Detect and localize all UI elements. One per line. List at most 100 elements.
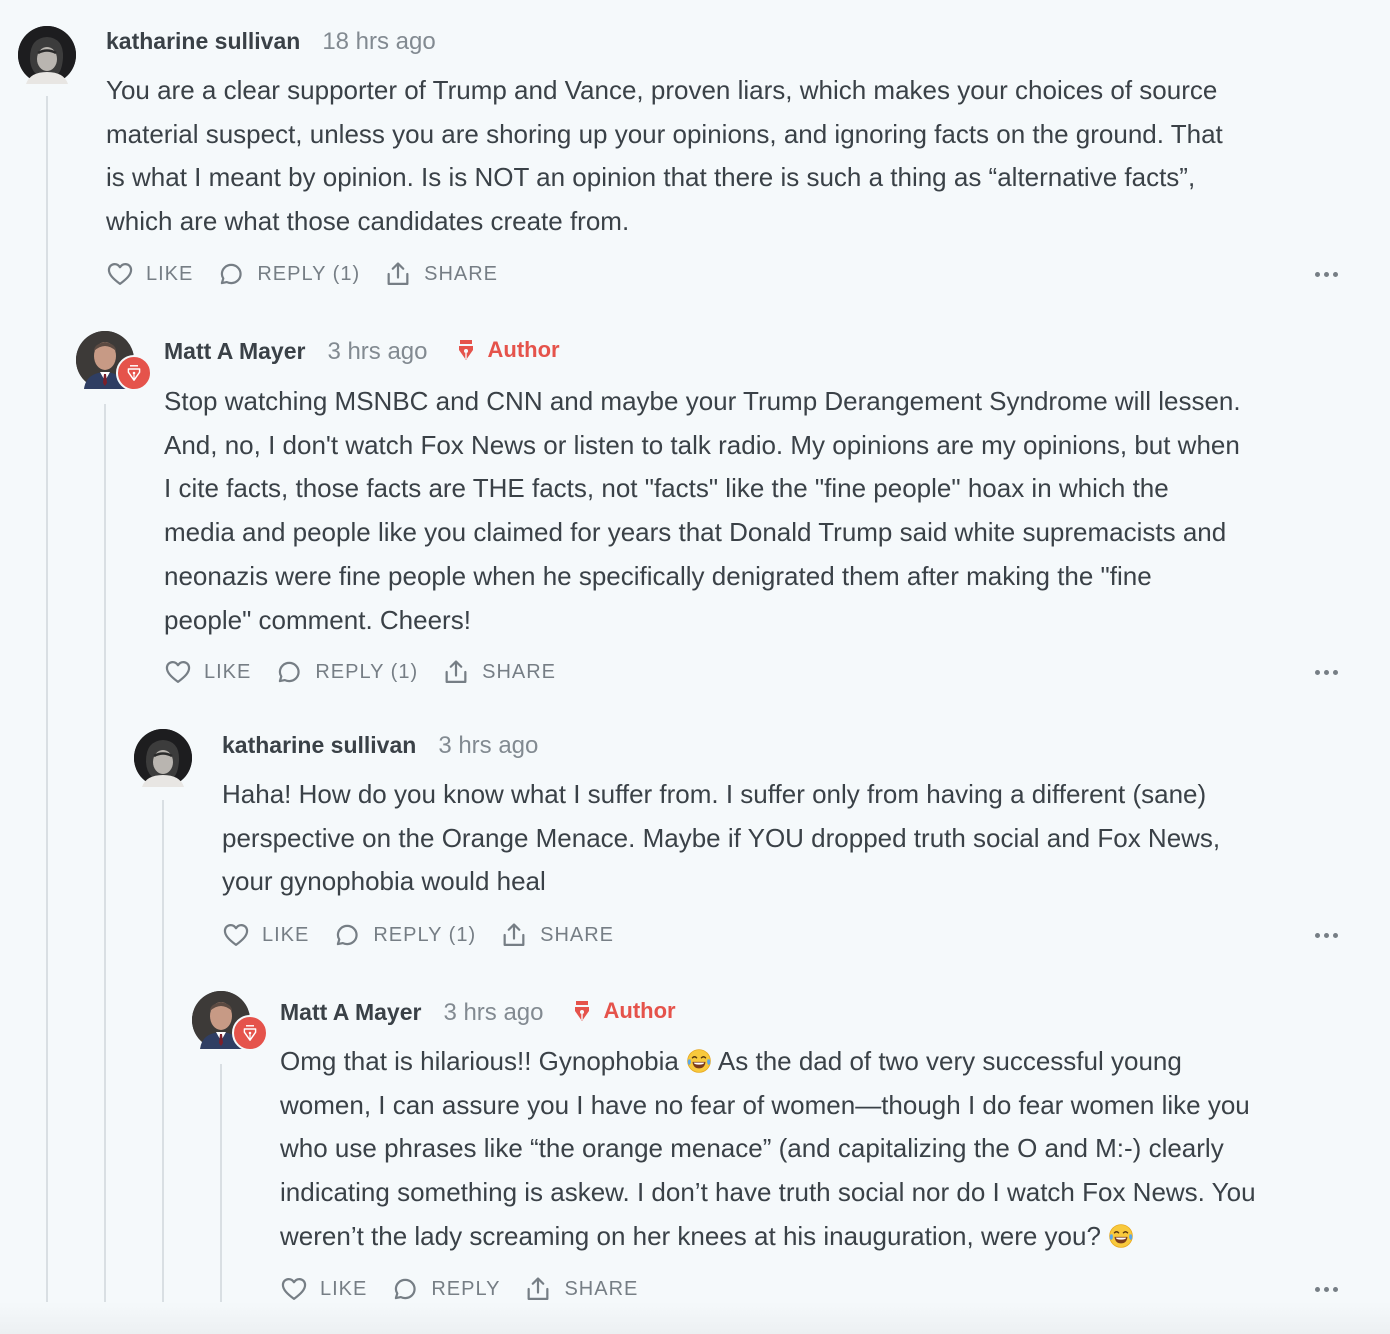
like-label: LIKE [320,1277,368,1300]
comment-timestamp[interactable]: 3 hrs ago [327,338,427,366]
pen-nib-icon [572,999,592,1023]
comment-body: Haha! How do you know what I suffer from… [222,773,1220,904]
like-button[interactable]: LIKE [164,658,251,686]
reply-button[interactable]: REPLY (1) [333,921,476,949]
speech-bubble-icon [391,1275,419,1303]
author-label: Author [603,998,676,1023]
like-button[interactable]: LIKE [222,921,309,949]
share-icon [500,921,528,949]
like-button[interactable]: LIKE [280,1275,367,1303]
ellipsis-icon [1324,933,1329,938]
like-label: LIKE [146,262,194,285]
comment-line: indicating something is askew. I don’t h… [280,1177,1256,1208]
share-icon [384,260,412,288]
comment-line: your gynophobia would heal [222,866,546,897]
commenter-name[interactable]: Matt A Mayer [164,338,305,365]
ellipsis-icon [1324,272,1329,277]
comment-line: Stop watching MSNBC and CNN and maybe yo… [164,386,1241,416]
avatar[interactable] [134,729,192,787]
share-icon [524,1275,552,1303]
avatar[interactable] [192,991,268,1051]
comment-body: Stop watching MSNBC and CNN and maybe yo… [164,380,1241,642]
reply-label: REPLY (1) [315,660,419,683]
comment-line: media and people like you claimed for ye… [164,517,1227,548]
reply-button[interactable]: REPLY [391,1275,500,1303]
comment-timestamp[interactable]: 3 hrs ago [443,999,543,1027]
more-options-button[interactable] [1315,272,1338,277]
thread-line-level-3 [162,800,164,1304]
reply-label: REPLY (1) [373,923,477,946]
author-label: Author [487,337,560,362]
ellipsis-icon [1333,670,1338,675]
reply-button[interactable]: REPLY (1) [217,260,360,288]
comment-line: is what I meant by opinion. Is is NOT an… [106,162,1196,193]
comment-timestamp[interactable]: 3 hrs ago [438,732,538,760]
speech-bubble-icon [333,921,361,949]
heart-icon [222,921,250,949]
laughing-emoji-icon [1108,1223,1134,1249]
comment-line: Omg that is hilarious!! Gynophobia [280,1046,679,1076]
comment-line: women, I can assure you I have no fear o… [280,1089,1250,1120]
share-button[interactable]: SHARE [384,260,498,288]
comment-header: Matt A Mayer 3 hrs ago Author [280,995,676,1027]
author-badge [116,355,152,391]
share-button[interactable]: SHARE [442,658,556,686]
comment-timestamp[interactable]: 18 hrs ago [322,28,435,56]
comment-line: And, no, I don't watch Fox News or liste… [164,429,1240,460]
comment-line: I cite facts, those facts are THE facts,… [164,473,1169,504]
bottom-scroll-fade [0,1302,1390,1334]
speech-bubble-icon [275,658,303,686]
comment-body: You are a clear supporter of Trump and V… [106,69,1223,244]
ellipsis-icon [1315,933,1320,938]
commenter-name[interactable]: katharine sullivan [106,28,300,55]
comment-line: perspective on the Orange Menace. Maybe … [222,822,1221,853]
share-label: SHARE [540,923,615,946]
more-options-button[interactable] [1315,933,1338,938]
comment-body: Omg that is hilarious!! Gynophobia As th… [280,1040,1256,1259]
share-label: SHARE [424,262,499,285]
share-button[interactable]: SHARE [500,921,614,949]
share-button[interactable]: SHARE [524,1275,638,1303]
heart-icon [106,260,134,288]
comment-actions: LIKE REPLY (1) SHARE [164,658,580,686]
comment-line: which are what those candidates create f… [106,206,630,237]
more-options-button[interactable] [1315,1287,1338,1292]
ellipsis-icon [1315,272,1320,277]
share-label: SHARE [564,1277,639,1300]
commenter-name[interactable]: katharine sullivan [222,732,416,759]
heart-icon [164,658,192,686]
commenter-name[interactable]: Matt A Mayer [280,999,421,1026]
more-options-button[interactable] [1315,670,1338,675]
like-button[interactable]: LIKE [106,260,193,288]
comment-actions: LIKE REPLY (1) SHARE [222,921,638,949]
comment-line: As the dad of two very successful young [717,1046,1182,1076]
thread-line-level-4 [220,1064,222,1304]
thread-line-level-1 [46,96,48,1304]
reply-label: REPLY (1) [257,262,361,285]
comment-header: katharine sullivan 3 hrs ago [222,732,538,760]
ellipsis-icon [1324,1287,1329,1292]
laughing-emoji-icon [686,1048,712,1074]
reply-button[interactable]: REPLY (1) [275,658,418,686]
like-label: LIKE [262,923,310,946]
comment-actions: LIKE REPLY (1) SHARE [106,260,522,288]
ellipsis-icon [1315,1287,1320,1292]
author-tag: Author [456,337,560,363]
comment-actions: LIKE REPLY SHARE [280,1275,662,1303]
pen-nib-icon [126,363,142,383]
comment-line: You are a clear supporter of Trump and V… [106,75,1218,105]
author-badge [232,1015,268,1051]
ellipsis-icon [1315,670,1320,675]
avatar[interactable] [18,26,76,84]
comment-line: weren’t the lady screaming on her knees … [280,1220,1101,1251]
ellipsis-icon [1333,933,1338,938]
like-label: LIKE [204,660,252,683]
share-label: SHARE [482,660,557,683]
pen-nib-icon [456,338,476,362]
share-icon [442,658,470,686]
ellipsis-icon [1324,670,1329,675]
heart-icon [280,1275,308,1303]
comment-header: katharine sullivan 18 hrs ago [106,28,436,56]
avatar[interactable] [76,331,152,391]
comment-line: neonazis were fine people when he specif… [164,560,1152,591]
